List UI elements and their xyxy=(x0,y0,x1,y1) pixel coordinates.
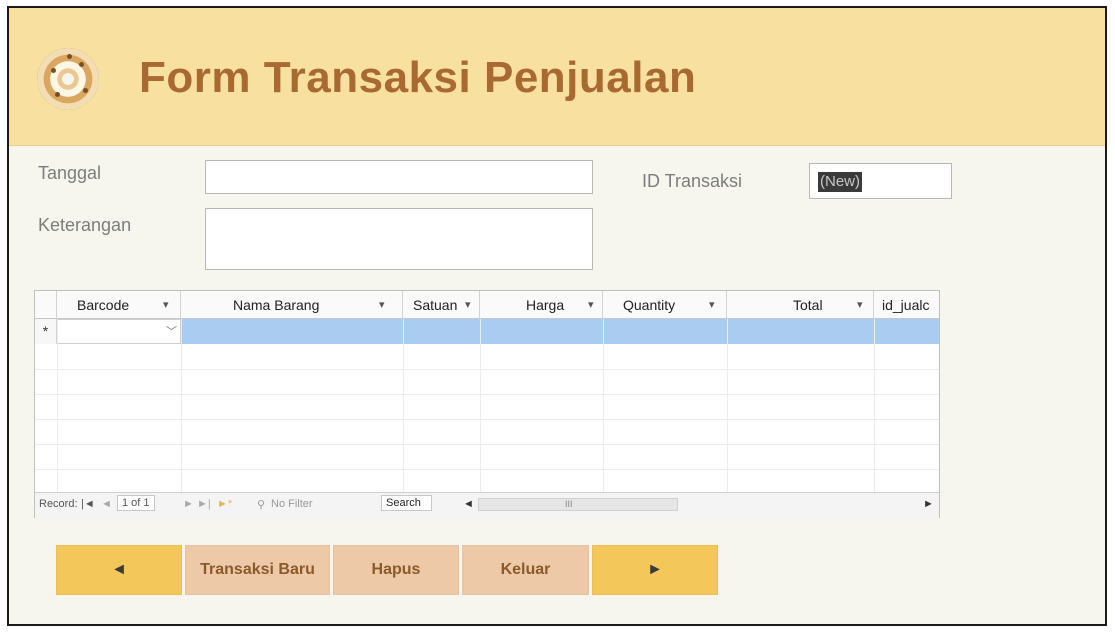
column-header-total[interactable]: Total ▾ xyxy=(727,291,874,319)
filter-icon[interactable]: ⚲ xyxy=(257,498,265,511)
scroll-right-icon[interactable]: ► xyxy=(923,498,934,510)
barcode-combo[interactable]: ﹀ xyxy=(57,319,181,344)
tanggal-label: Tanggal xyxy=(38,163,102,183)
scrollbar-grip-icon[interactable]: III xyxy=(565,499,573,509)
sort-arrow-icon[interactable]: ▾ xyxy=(857,291,863,319)
column-label: Harga xyxy=(526,297,565,313)
current-record-field[interactable]: 1 of 1 xyxy=(117,495,155,511)
table-row xyxy=(35,419,939,445)
grid-divider xyxy=(403,319,404,492)
form-header: Form Transaksi Penjualan xyxy=(9,8,1105,146)
record-label: Record: xyxy=(39,498,78,510)
new-transaction-button[interactable]: Transaksi Baru xyxy=(185,545,330,595)
chevron-down-icon[interactable]: ﹀ xyxy=(166,323,177,339)
column-header-harga[interactable]: Harga ▾ xyxy=(480,291,603,319)
table-row xyxy=(35,344,939,370)
column-header-satuan[interactable]: Satuan ▾ xyxy=(403,291,480,319)
horizontal-scrollbar[interactable] xyxy=(478,498,678,511)
grid-divider xyxy=(874,319,875,492)
grid-divider xyxy=(480,319,481,492)
grid-divider xyxy=(603,319,604,492)
id-transaksi-value: (New) xyxy=(818,172,862,192)
column-header-id-jual[interactable]: id_jualc xyxy=(874,291,939,319)
table-row xyxy=(35,394,939,420)
column-label: id_jualc xyxy=(882,297,930,313)
sort-arrow-icon[interactable]: ▾ xyxy=(709,291,715,319)
grid-divider xyxy=(57,319,58,492)
next-record-button[interactable]: ► xyxy=(592,545,718,595)
keterangan-label: Keterangan xyxy=(38,215,132,235)
sort-arrow-icon[interactable]: ▾ xyxy=(465,291,471,319)
column-label: Nama Barang xyxy=(233,297,320,313)
new-record-row[interactable]: * ﹀ xyxy=(35,319,939,344)
id-transaksi-label: ID Transaksi xyxy=(642,171,743,191)
donut-logo xyxy=(37,48,99,110)
record-navigation-bar: Record: |◄ ◄ 1 of 1 ► ►| ►* ⚲ No Filter … xyxy=(35,492,939,518)
form-window: Form Transaksi Penjualan Tanggal ID Tran… xyxy=(7,6,1107,626)
row-selector-header[interactable] xyxy=(35,291,57,319)
sort-arrow-icon[interactable]: ▾ xyxy=(163,291,169,319)
column-label: Barcode xyxy=(77,297,130,313)
first-record-icon[interactable]: |◄ xyxy=(81,498,95,510)
grid-divider xyxy=(727,319,728,492)
table-row xyxy=(35,369,939,395)
page-title: Form Transaksi Penjualan xyxy=(139,53,697,102)
grid-divider xyxy=(181,319,182,492)
column-label: Quantity xyxy=(623,297,676,313)
column-label: Satuan xyxy=(413,297,458,313)
next-record-icon[interactable]: ► xyxy=(183,498,194,510)
column-header-nama-barang[interactable]: Nama Barang ▾ xyxy=(181,291,403,319)
search-input[interactable]: Search xyxy=(381,495,432,511)
sort-arrow-icon[interactable]: ▾ xyxy=(379,291,385,319)
new-record-marker: * xyxy=(35,319,57,344)
column-header-quantity[interactable]: Quantity ▾ xyxy=(603,291,727,319)
filter-status[interactable]: No Filter xyxy=(271,498,313,510)
delete-button[interactable]: Hapus xyxy=(333,545,459,595)
sort-arrow-icon[interactable]: ▾ xyxy=(588,291,594,319)
exit-button[interactable]: Keluar xyxy=(462,545,589,595)
prev-record-button[interactable]: ◄ xyxy=(56,545,182,595)
keterangan-field[interactable] xyxy=(205,208,593,270)
scroll-left-icon[interactable]: ◄ xyxy=(463,498,474,510)
last-record-icon[interactable]: ►| xyxy=(197,498,211,510)
items-datasheet[interactable]: Barcode ▾ Nama Barang ▾ Satuan ▾ Harga ▾… xyxy=(34,290,940,518)
tanggal-field[interactable] xyxy=(205,160,593,194)
new-record-icon[interactable]: ►* xyxy=(217,498,232,510)
new-record-cells[interactable] xyxy=(181,319,939,344)
previous-record-icon[interactable]: ◄ xyxy=(101,498,112,510)
table-row xyxy=(35,444,939,470)
column-header-barcode[interactable]: Barcode ▾ xyxy=(57,291,181,319)
column-label: Total xyxy=(793,297,823,313)
